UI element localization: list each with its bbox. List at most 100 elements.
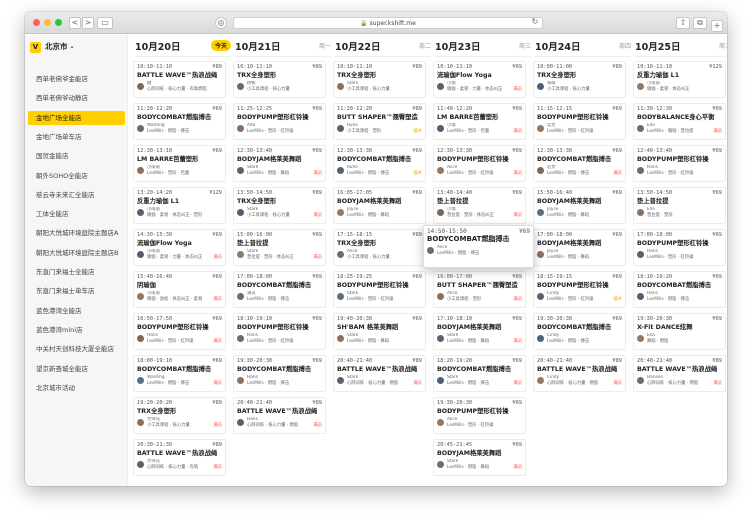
class-card[interactable]: 13:40-14:40 ¥69 垫上普拉提 小瑞 普拉提 · 塑形 · 体态纠正 满员 xyxy=(433,187,526,224)
class-card[interactable]: 19:40-20:30 ¥69 SH'BAM 格莱美舞蹈 Stark LesMills … xyxy=(333,313,426,350)
day-date: 10月20日 xyxy=(135,41,181,53)
maximize-window-icon[interactable] xyxy=(55,19,62,26)
class-card[interactable]: 12:40-13:40 ¥69 BODYPUMP塑形杠铃操 Hans LesMills … xyxy=(633,145,726,182)
class-card[interactable]: 18:10-19:20 ¥69 BODYCOMBAT燃脂搏击 Hans LesMills… xyxy=(633,271,726,308)
class-card[interactable]: 16:05-17:05 ¥69 BODYJAM格莱美舞蹈 Joyce LesMills … xyxy=(333,187,426,224)
class-card[interactable]: 12:30-13:30 ¥69 BODYPUMP塑形杠铃操 Alice LesMills… xyxy=(433,145,526,182)
class-card[interactable]: 13:50-14:50 ¥89 TRX全身塑形 Stark 小工具课程 · 核心力量 满员 xyxy=(233,187,326,224)
class-time: 18:10-19:10 xyxy=(237,316,273,322)
class-info: Cindy 心肺训练 · 核心力量 · 燃脂 xyxy=(547,375,613,386)
class-card[interactable]: 11:25-12:25 ¥69 BODYPUMP塑形杠铃操 Ada LesMills ·… xyxy=(233,103,326,140)
class-card[interactable]: 12:30-13:30 ¥69 BODYCOMBAT燃脂搏击 Ruho LesMills… xyxy=(333,145,426,182)
class-time-row: 10:10-11:10 ¥89 xyxy=(337,64,422,71)
sidebar-store-item[interactable]: 朝阳大悦城环境庭院主题店B xyxy=(28,246,125,260)
class-card[interactable]: 17:10-18:10 ¥69 BODYJAM格莱美舞蹈 Stark LesMills … xyxy=(433,313,526,350)
status-badge: 候补 xyxy=(613,297,622,302)
class-card[interactable]: 15:00-16:00 ¥69 垫上普拉提 Stark 普拉提 · 塑形 · 体态纠正满… xyxy=(233,229,326,266)
sidebar-store-item[interactable]: 朝外SOHO全能店 xyxy=(28,169,125,183)
class-card[interactable]: 14:30-15:30 ¥69 流瑜伽Flow Yoga 小南南 瑜伽 · 柔韧 · 力… xyxy=(133,229,226,266)
reload-icon[interactable]: ↻ xyxy=(530,17,540,29)
class-card[interactable]: 17:15-18:15 ¥89 TRX全身塑形 Alice 小工具课程 · 核心力量 xyxy=(333,229,426,266)
sidebar-store-item[interactable]: 金地广场单车店 xyxy=(28,130,125,144)
class-card[interactable]: 10:00-11:00 ¥89 TRX全身塑形 萌萌 小工具课程 · 核心力量 xyxy=(533,61,626,98)
sidebar-store-item[interactable]: 金地广场全能店 xyxy=(28,110,125,125)
sidebar-store-item[interactable]: 国贸金能店 xyxy=(28,149,125,163)
class-card[interactable]: 18:00-19:10 ¥69 BODYCOMBAT燃脂搏击 Wanting LesMi… xyxy=(133,355,226,392)
status-badge: 满员 xyxy=(213,465,222,470)
close-window-icon[interactable] xyxy=(33,19,40,26)
sidebar-store-item[interactable]: 东直门来福士全能店 xyxy=(28,265,125,279)
class-card[interactable]: 20:40-21:40 ¥89 BATTLE WAVE™热浪战绳 Hansen 心肺训练… xyxy=(633,355,726,392)
class-card[interactable]: 20:45-21:45 ¥69 BODYJAM格莱美舞蹈 Stark LesMills … xyxy=(433,439,526,476)
share-button[interactable]: ⇧ xyxy=(676,17,690,29)
sidebar-store-item[interactable]: 望京新荟城全能店 xyxy=(28,362,125,376)
class-card[interactable]: 11:40-12:20 ¥69 LM BARRE芭蕾塑形 小瑞 LesMills · 塑… xyxy=(433,103,526,140)
class-card[interactable]: 18:20-19:20 ¥69 BODYCOMBAT燃脂搏击 Stark LesMill… xyxy=(433,355,526,392)
class-card[interactable]: 20:40-21:40 ¥89 BATTLE WAVE™热浪战绳 Stark 心肺训练 … xyxy=(333,355,426,392)
coach-avatar xyxy=(237,419,244,426)
class-card[interactable]: 10:10-11:10 ¥129 反重力瑜伽 L1 小南南 瑜伽 · 柔韧 · 体态纠正 xyxy=(633,61,726,98)
class-card[interactable]: 11:15-12:15 ¥69 BODYPUMP塑形杠铃操 宏文 LesMills · … xyxy=(533,103,626,140)
class-card[interactable]: 15:50-16:40 ¥69 BODYJAM格莱美舞蹈 Joyce LesMills … xyxy=(533,187,626,224)
class-card[interactable]: 19:30-20:30 ¥69 BODYCOMBAT燃脂搏击 Hans LesMills… xyxy=(233,355,326,392)
sidebar-store-item[interactable]: 工体全能店 xyxy=(28,207,125,221)
class-meta: Stark LesMills · 塑形 · 杠铃操 xyxy=(337,291,422,305)
class-card[interactable]: 17:00-18:00 ¥69 BODYCOMBAT燃脂搏击 演员 LesMills ·… xyxy=(233,271,326,308)
class-card[interactable]: 12:30-13:30 ¥69 BODYCOMBAT燃脂搏击 宏文 LesMills ·… xyxy=(533,145,626,182)
class-card[interactable]: 18:10-19:10 ¥69 BODYPUMP塑形杠铃操 Hans LesMills … xyxy=(233,313,326,350)
tabs-overview-button[interactable]: ⧉ xyxy=(693,17,707,29)
back-button[interactable]: < xyxy=(69,17,81,29)
class-card[interactable]: 19:30-20:30 ¥69 X-Fit DANCE炫舞 Ella 舞蹈 · 燃脂 xyxy=(633,313,726,350)
class-card[interactable]: 17:00-18:00 ¥69 BODYPUMP塑形杠铃操 Hans LesMills … xyxy=(633,229,726,266)
new-tab-button[interactable]: + xyxy=(711,20,723,32)
class-card[interactable]: 19:20-20:20 ¥89 TRX全身塑形 大师兄 小工具课程 · 核心力量 满员 xyxy=(133,397,226,434)
class-card[interactable]: 20:40-21:40 ¥89 BATTLE WAVE™热浪战绳 Hans 心肺训练 ·… xyxy=(233,397,326,434)
class-card[interactable]: 19:30-20:30 ¥69 BODYPUMP塑形杠铃操 Alice LesMills… xyxy=(433,397,526,434)
class-time: 20:30-21:30 xyxy=(137,442,173,448)
class-card[interactable]: 10:10-11:10 ¥89 TRX全身塑形 杨帆 小工具课程 · 核心力量 xyxy=(233,61,326,98)
sidebar-store-item[interactable]: 中关村天创科技大厦全能店 xyxy=(28,342,125,356)
sidebar-store-item[interactable]: 慈云寺未来汇全能店 xyxy=(28,188,125,202)
class-card[interactable]: 10:10-11:10 ¥89 TRX全身塑形 Stark 小工具课程 · 核心力量 xyxy=(333,61,426,98)
address-bar[interactable]: 🔒 super.kshift.me xyxy=(233,17,543,29)
class-card[interactable]: 16:00-17:00 ¥89 BUTT SHAPER™翘臀塑造 Alice 小工具课程… xyxy=(433,271,526,308)
class-time-row: 20:40-21:40 ¥89 xyxy=(237,400,322,407)
class-price: ¥69 xyxy=(312,274,322,280)
class-tags: 心肺训练 · 核心力量 · 燃脂 xyxy=(347,380,399,386)
forward-button[interactable]: > xyxy=(82,17,94,29)
class-card[interactable]: 13:20-14:20 ¥129 反重力瑜伽 L1 小南南 瑜伽 · 柔韧 · 体态纠正… xyxy=(133,187,226,224)
class-card[interactable]: 20:30-21:30 ¥89 BATTLE WAVE™热浪战绳 大师兄 心肺训练 · … xyxy=(133,439,226,476)
sidebar-toggle-button[interactable]: ▭ xyxy=(97,17,113,29)
class-card[interactable]: 13:50-14:50 ¥69 垫上普拉提 Ella 普拉提 · 塑形 xyxy=(633,187,726,224)
sidebar-store-item[interactable]: 东直门来福士单车店 xyxy=(28,284,125,298)
class-card[interactable]: 19:30-20:30 ¥69 BODYCOMBAT燃脂搏击 Cindy LesMill… xyxy=(533,313,626,350)
class-card[interactable]: 12:30-13:40 ¥69 BODYJAM格莱美舞蹈 Stark LesMills … xyxy=(233,145,326,182)
class-card[interactable]: 17:00-18:00 ¥69 BODYJAM格莱美舞蹈 Joyce LesMills … xyxy=(533,229,626,266)
class-card-hover[interactable]: 14:50-15:50 ¥69 BODYCOMBAT燃脂搏击 Alice LesMill… xyxy=(423,225,534,268)
class-card[interactable]: 16:50-17:50 ¥69 BODYPUMP塑形杠铃操 Hans LesMills … xyxy=(133,313,226,350)
class-card[interactable]: 10:10-11:10 ¥89 BATTLE WAVE™热浪战绳糖心肺训练 · 核心… xyxy=(133,61,226,98)
sidebar-store-item[interactable]: 北京城市活动 xyxy=(28,381,125,395)
day-header: 10月24日 周四 xyxy=(535,35,631,57)
city-selector[interactable]: V 北京市 ⌄ xyxy=(30,40,75,54)
sidebar-store-item[interactable]: 蓝色港湾mini店 xyxy=(28,323,125,337)
class-price: ¥69 xyxy=(712,106,722,112)
class-info: 宏文 LesMills · 燃脂 · 搏击 xyxy=(547,165,613,176)
class-time: 18:00-19:10 xyxy=(137,358,173,364)
sidebar-store-item[interactable]: 西单老佛爷金能店 xyxy=(28,72,125,86)
class-card[interactable]: 11:30-12:30 ¥69 BODYBALANCE身心平衡 Ella LesMill… xyxy=(633,103,726,140)
minimize-window-icon[interactable] xyxy=(44,19,51,26)
class-time-row: 19:40-20:30 ¥69 xyxy=(337,316,422,323)
class-card[interactable]: 18:25-19:25 ¥69 BODYPUMP塑形杠铃操 Stark LesMills… xyxy=(333,271,426,308)
sidebar-store-item[interactable]: 蓝色港湾全能店 xyxy=(28,304,125,318)
class-card[interactable]: 11:20-12:20 ¥89 BUTT SHAPER™翘臀塑造 Ruho 小工具课程 … xyxy=(333,103,426,140)
class-card[interactable]: 20:40-21:40 ¥89 BATTLE WAVE™热浪战绳 Cindy 心肺训练 … xyxy=(533,355,626,392)
class-card[interactable]: 15:40-16:40 ¥69 阴瑜伽 小南南 瑜伽 · 放松 · 体态纠正 · 柔韧满… xyxy=(133,271,226,308)
class-card[interactable]: 11:20-12:20 ¥69 BODYCOMBAT燃脂搏击 Wanting LesMi… xyxy=(133,103,226,140)
sidebar-store-item[interactable]: 西单老佛爷动静店 xyxy=(28,91,125,105)
class-card[interactable]: 18:15-19:15 ¥69 BODYPUMP塑形杠铃操 Cindy LesMills… xyxy=(533,271,626,308)
class-card[interactable]: 10:10-11:10 ¥69 流瑜伽Flow Yoga 小瑞 瑜伽 · 柔韧 · 力量… xyxy=(433,61,526,98)
privacy-icon[interactable]: ◎ xyxy=(215,17,227,29)
class-card[interactable]: 12:30-13:10 ¥69 LM BARRE芭蕾塑形 小南南 LesMills · … xyxy=(133,145,226,182)
sidebar-store-item[interactable]: 朝阳大悦城环境庭院主题店A xyxy=(28,226,125,240)
